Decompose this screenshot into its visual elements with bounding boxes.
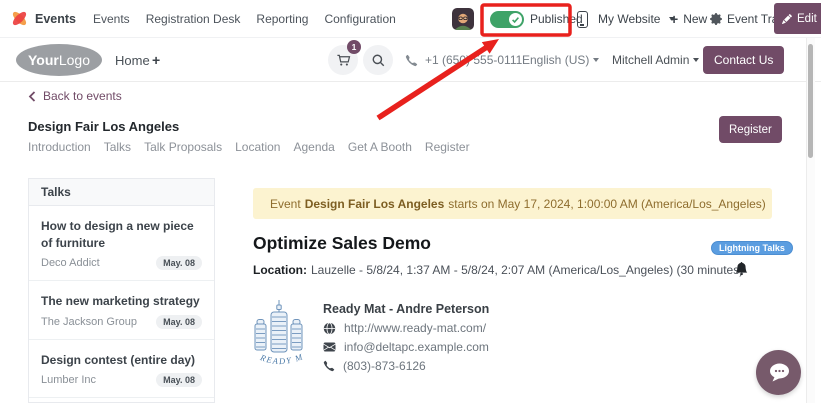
tab-talk-proposals[interactable]: Talk Proposals bbox=[144, 140, 222, 154]
company-name: Ready Mat - Andre Peterson bbox=[323, 302, 489, 316]
company-phone-link[interactable]: (803)-873-6126 bbox=[343, 359, 426, 373]
language-dropdown[interactable]: English (US) bbox=[522, 38, 599, 82]
my-website-label: My Website bbox=[598, 12, 660, 26]
gear-icon bbox=[710, 13, 722, 25]
reminder-bell-button[interactable] bbox=[735, 262, 748, 280]
globe-icon bbox=[323, 322, 336, 335]
envelope-icon bbox=[323, 341, 336, 353]
app-name: Events bbox=[35, 12, 76, 26]
company-email-link[interactable]: info@deltapc.example.com bbox=[344, 340, 489, 354]
avatar[interactable] bbox=[452, 8, 474, 30]
cart-count-badge: 1 bbox=[347, 40, 361, 54]
back-to-events-link[interactable]: Back to events bbox=[28, 89, 122, 103]
chat-bubble-icon bbox=[767, 362, 791, 384]
talk-item-date-badge: May. 08 bbox=[156, 373, 202, 387]
talk-list-item[interactable]: Advanced reporting bbox=[29, 398, 214, 403]
tab-register[interactable]: Register bbox=[425, 140, 470, 154]
back-to-events-label: Back to events bbox=[43, 89, 122, 103]
header-phone-number: +1 (650) 555-0111 bbox=[425, 53, 522, 67]
bell-icon bbox=[735, 262, 748, 275]
talk-item-title: How to design a new piece of furniture bbox=[41, 218, 202, 251]
header-phone-link[interactable]: +1 (650) 555-0111 bbox=[405, 38, 522, 82]
odoo-logo-icon bbox=[11, 10, 28, 27]
language-label: English (US) bbox=[522, 53, 589, 67]
menu-events[interactable]: Events bbox=[93, 12, 130, 26]
sidebar-title: Talks bbox=[29, 179, 214, 206]
tab-agenda[interactable]: Agenda bbox=[293, 140, 334, 154]
nav-add-page[interactable]: + bbox=[152, 38, 160, 82]
livechat-button[interactable] bbox=[756, 350, 801, 395]
user-dropdown[interactable]: Mitchell Admin bbox=[612, 38, 699, 82]
phone-icon bbox=[323, 360, 335, 372]
company-email-row: info@deltapc.example.com bbox=[323, 340, 489, 354]
tab-location[interactable]: Location bbox=[235, 140, 280, 154]
page: Events Events Registration Desk Reportin… bbox=[0, 0, 821, 403]
phone-icon bbox=[405, 54, 418, 67]
edit-label: Edit bbox=[797, 13, 817, 25]
menu-registration-desk[interactable]: Registration Desk bbox=[146, 12, 241, 26]
talk-item-speaker: Deco Addict bbox=[41, 257, 100, 269]
talk-list-item[interactable]: How to design a new piece of furniture D… bbox=[29, 206, 214, 281]
search-button[interactable] bbox=[363, 45, 393, 75]
location-label: Location: bbox=[253, 263, 307, 277]
company-website-link[interactable]: http://www.ready-mat.com/ bbox=[344, 321, 486, 335]
new-label: New bbox=[683, 12, 707, 26]
backend-topbar: Events Events Registration Desk Reportin… bbox=[0, 0, 821, 38]
site-logo-logo: Logo bbox=[59, 52, 90, 68]
search-icon bbox=[371, 53, 386, 68]
register-button[interactable]: Register bbox=[719, 116, 782, 143]
cart-icon bbox=[336, 53, 351, 68]
avatar-icon bbox=[452, 8, 474, 30]
talk-location-line: Location: Lauzelle - 5/8/24, 1:37 AM - 5/… bbox=[253, 263, 743, 277]
site-header: YourLogo Home + 1 +1 (650) 555-0111 bbox=[0, 38, 821, 82]
pencil-icon bbox=[782, 14, 792, 24]
event-start-alert: Event Design Fair Los Angeles starts on … bbox=[253, 188, 772, 219]
talk-item-speaker: The Jackson Group bbox=[41, 316, 137, 328]
talk-tag-badge: Lightning Talks bbox=[711, 241, 793, 255]
talk-item-date-badge: May. 08 bbox=[156, 256, 202, 270]
location-value: Lauzelle - 5/8/24, 1:37 AM - 5/8/24, 2:0… bbox=[311, 263, 743, 277]
site-logo[interactable]: YourLogo bbox=[16, 44, 102, 76]
plus-icon: + bbox=[670, 12, 678, 26]
mobile-preview-icon[interactable] bbox=[577, 11, 588, 28]
back-chevron-icon bbox=[28, 91, 36, 102]
talk-item-title: Design contest (entire day) bbox=[41, 352, 202, 369]
user-name: Mitchell Admin bbox=[612, 53, 689, 67]
my-website-dropdown[interactable]: My Website bbox=[598, 0, 675, 38]
publish-label: Published bbox=[530, 12, 583, 26]
talk-list-item[interactable]: Design contest (entire day) Lumber Inc M… bbox=[29, 340, 214, 399]
talk-item-speaker: Lumber Inc bbox=[41, 374, 96, 386]
event-title: Design Fair Los Angeles bbox=[28, 119, 179, 134]
nav-home[interactable]: Home bbox=[115, 38, 150, 82]
talk-page-title: Optimize Sales Demo bbox=[253, 233, 431, 254]
publish-toggle-group[interactable]: Published bbox=[490, 0, 583, 38]
alert-suffix: starts on May 17, 2024, 1:00:00 AM (Amer… bbox=[448, 197, 766, 211]
site-logo-your: Your bbox=[28, 52, 59, 68]
alert-prefix: Event bbox=[270, 197, 301, 211]
chevron-down-icon bbox=[593, 58, 599, 62]
scrollbar-thumb[interactable] bbox=[808, 44, 813, 158]
tab-introduction[interactable]: Introduction bbox=[28, 140, 91, 154]
menu-reporting[interactable]: Reporting bbox=[256, 12, 308, 26]
tab-get-a-booth[interactable]: Get A Booth bbox=[348, 140, 412, 154]
new-button[interactable]: + New bbox=[670, 0, 707, 38]
edit-button[interactable]: Edit bbox=[774, 3, 821, 34]
company-website-row: http://www.ready-mat.com/ bbox=[323, 321, 486, 335]
published-toggle[interactable] bbox=[490, 11, 524, 28]
chevron-down-icon bbox=[693, 58, 699, 62]
event-nav: Introduction Talks Talk Proposals Locati… bbox=[28, 140, 470, 154]
contact-us-button[interactable]: Contact Us bbox=[703, 46, 784, 74]
check-icon bbox=[509, 13, 522, 26]
menu-configuration[interactable]: Configuration bbox=[324, 12, 395, 26]
talk-item-title: The new marketing strategy bbox=[41, 293, 202, 310]
talk-item-date-badge: May. 08 bbox=[156, 315, 202, 329]
alert-event-name: Design Fair Los Angeles bbox=[305, 197, 445, 211]
talk-list-item[interactable]: The new marketing strategy The Jackson G… bbox=[29, 281, 214, 340]
company-logo: READY MAT bbox=[252, 298, 310, 379]
company-phone-row: (803)-873-6126 bbox=[323, 359, 426, 373]
tab-talks[interactable]: Talks bbox=[104, 140, 131, 154]
talks-sidebar: Talks How to design a new piece of furni… bbox=[28, 178, 215, 403]
